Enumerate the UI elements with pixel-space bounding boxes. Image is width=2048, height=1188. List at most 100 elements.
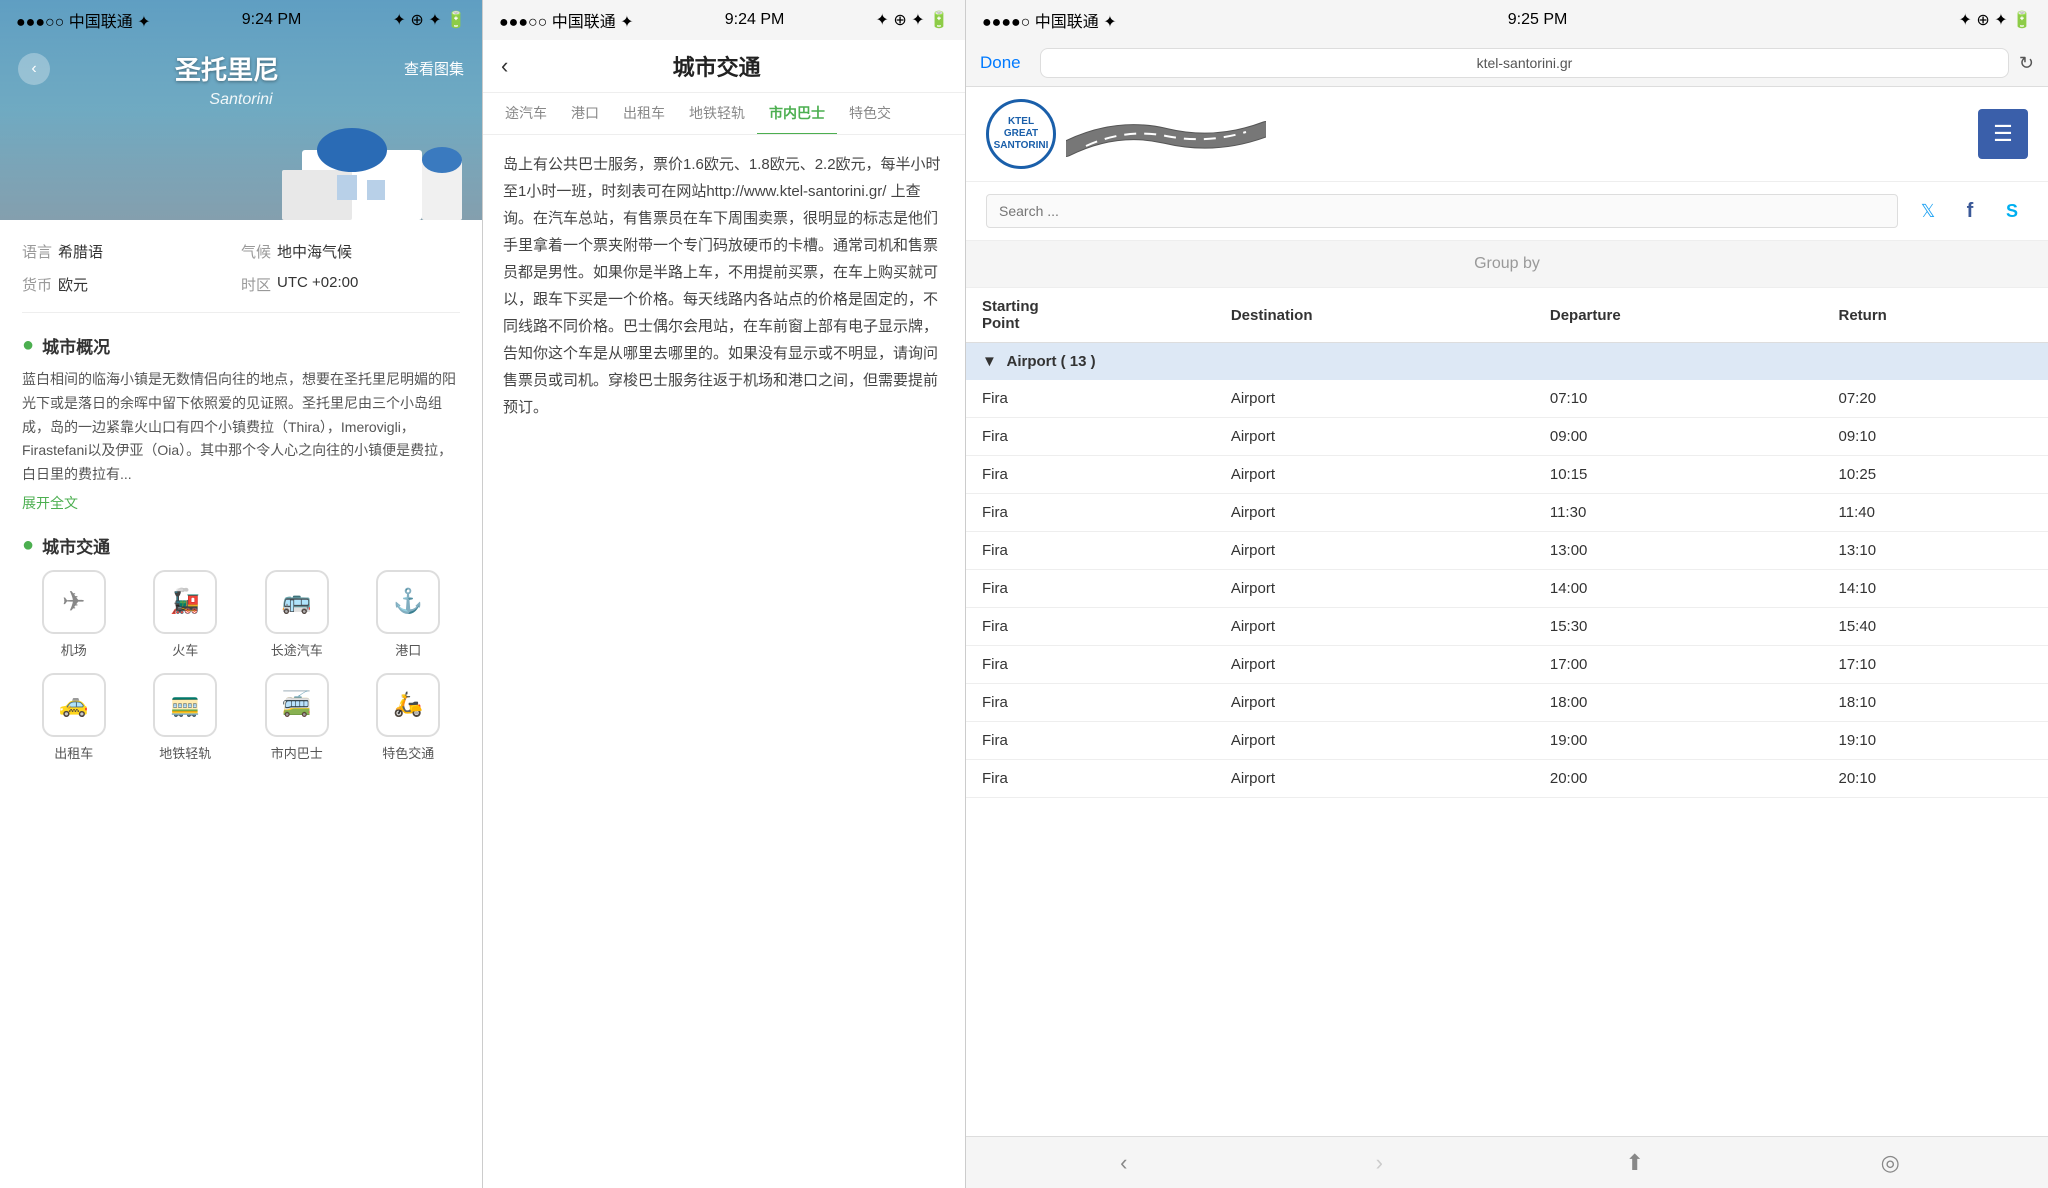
special-icon: 🛵	[376, 673, 440, 737]
gallery-button[interactable]: 查看图集	[404, 58, 464, 79]
longbus-label: 长途汽车	[271, 640, 323, 659]
tab-port[interactable]: 港口	[559, 93, 611, 135]
search-row: 𝕏 f S	[966, 182, 2048, 241]
twitter-icon[interactable]: 𝕏	[1912, 195, 1944, 227]
table-row: Fira Airport 19:00 19:10	[966, 722, 2048, 760]
url-bar[interactable]: ktel-santorini.gr	[1040, 48, 2009, 78]
cell-from: Fira	[966, 684, 1215, 722]
special-label: 特色交通	[382, 743, 434, 762]
cell-return: 07:20	[1823, 380, 2048, 418]
panel-website: ●●●●○ 中国联通 ✦ 9:25 PM ✦ ⊕ ✦ 🔋 Done ktel-s…	[966, 0, 2048, 1188]
table-row: Fira Airport 17:00 17:10	[966, 646, 2048, 684]
train-label: 火车	[172, 640, 198, 659]
panel1-content-area: 语言 希腊语 气候 地中海气候 货币 欧元 时区 UTC +02:00 ● 城市…	[0, 220, 482, 1188]
col-departure: Departure	[1534, 288, 1823, 343]
done-button[interactable]: Done	[980, 53, 1030, 73]
transport-title: ● 城市交通	[22, 533, 460, 558]
airport-group-header: ▼ Airport ( 13 )	[966, 343, 2048, 381]
status-bar-3: ●●●●○ 中国联通 ✦ 9:25 PM ✦ ⊕ ✦ 🔋	[966, 0, 2048, 40]
menu-button[interactable]: ☰	[1978, 109, 2028, 159]
cell-from: Fira	[966, 760, 1215, 798]
browser-forward-btn[interactable]: ›	[1359, 1143, 1399, 1183]
cell-to: Airport	[1215, 456, 1534, 494]
transport-port[interactable]: ⚓ 港口	[357, 570, 461, 659]
metro-icon: 🚃	[153, 673, 217, 737]
tab-citybus[interactable]: 市内巴士	[757, 93, 837, 135]
cell-return: 09:10	[1823, 418, 2048, 456]
cell-from: Fira	[966, 380, 1215, 418]
cell-return: 19:10	[1823, 722, 2048, 760]
skype-icon[interactable]: S	[1996, 195, 2028, 227]
port-label: 港口	[395, 640, 421, 659]
compass-btn[interactable]: ◎	[1870, 1143, 1910, 1183]
table-row: Fira Airport 15:30 15:40	[966, 608, 2048, 646]
expand-button[interactable]: 展开全文	[22, 493, 460, 513]
transport-special[interactable]: 🛵 特色交通	[357, 673, 461, 762]
info-grid: 语言 希腊语 气候 地中海气候 货币 欧元 时区 UTC +02:00	[22, 238, 460, 313]
table-row: Fira Airport 07:10 07:20	[966, 380, 2048, 418]
web-header: KTELGREATSANTORINI ☰	[966, 87, 2048, 182]
cell-to: Airport	[1215, 570, 1534, 608]
tab-coach[interactable]: 途汽车	[493, 93, 559, 135]
citybus-label: 市内巴士	[271, 743, 323, 762]
tab-taxi[interactable]: 出租车	[611, 93, 677, 135]
cell-to: Airport	[1215, 494, 1534, 532]
reload-button[interactable]: ↻	[2019, 53, 2034, 74]
cell-return: 20:10	[1823, 760, 2048, 798]
info-timezone: 时区 UTC +02:00	[241, 271, 460, 298]
status-center-2: 9:24 PM	[725, 11, 785, 29]
cell-to: Airport	[1215, 722, 1534, 760]
cell-departure: 10:15	[1534, 456, 1823, 494]
cell-departure: 19:00	[1534, 722, 1823, 760]
transport-metro[interactable]: 🚃 地铁轻轨	[134, 673, 238, 762]
ktel-logo: KTELGREATSANTORINI	[986, 99, 1056, 169]
cell-from: Fira	[966, 532, 1215, 570]
search-input[interactable]	[986, 194, 1898, 228]
cell-departure: 18:00	[1534, 684, 1823, 722]
status-left-3: ●●●●○ 中国联通 ✦	[982, 8, 1117, 32]
facebook-icon[interactable]: f	[1954, 195, 1986, 227]
info-climate: 气候 地中海气候	[241, 238, 460, 265]
status-bar-1: ●●●○○ 中国联通 ✦ 9:24 PM ✦ ⊕ ✦ 🔋	[0, 0, 482, 40]
back-button-1[interactable]: ‹	[18, 53, 50, 85]
group-by-label: Group by	[966, 241, 2048, 288]
browser-bottom-nav: ‹ › ⬆ ◎	[966, 1136, 2048, 1188]
tab-special[interactable]: 特色交	[837, 93, 903, 135]
table-row: Fira Airport 09:00 09:10	[966, 418, 2048, 456]
social-icons: 𝕏 f S	[1912, 195, 2028, 227]
transport-section: ● 城市交通 ✈ 机场 🚂 火车 🚌 长途汽车 ⚓ 港口	[22, 533, 460, 762]
status-center-1: 9:24 PM	[242, 11, 302, 29]
airport-label: 机场	[61, 640, 87, 659]
nav-title-2: 城市交通	[520, 50, 913, 82]
browser-topbar: Done ktel-santorini.gr ↻	[966, 40, 2048, 87]
share-btn[interactable]: ⬆	[1615, 1143, 1655, 1183]
tab-metro[interactable]: 地铁轻轨	[677, 93, 757, 135]
road-svg	[1066, 114, 1266, 159]
longbus-icon: 🚌	[265, 570, 329, 634]
back-button-2[interactable]: ‹	[501, 53, 508, 79]
cell-departure: 20:00	[1534, 760, 1823, 798]
overview-title-text: 城市概况	[42, 333, 110, 358]
cell-departure: 07:10	[1534, 380, 1823, 418]
transport-taxi[interactable]: 🚕 出租车	[22, 673, 126, 762]
transport-citybus[interactable]: 🚎 市内巴士	[245, 673, 349, 762]
header-title-row: ‹ 圣托里尼 查看图集	[0, 40, 482, 91]
cell-departure: 14:00	[1534, 570, 1823, 608]
table-row: Fira Airport 11:30 11:40	[966, 494, 2048, 532]
airport-group-label: ▼ Airport ( 13 )	[966, 343, 2048, 381]
status-bar-2: ●●●○○ 中国联通 ✦ 9:24 PM ✦ ⊕ ✦ 🔋	[483, 0, 965, 40]
transport-airport[interactable]: ✈ 机场	[22, 570, 126, 659]
cell-to: Airport	[1215, 608, 1534, 646]
transport-bus[interactable]: 🚌 长途汽车	[245, 570, 349, 659]
panel-city-transport: ●●●○○ 中国联通 ✦ 9:24 PM ✦ ⊕ ✦ 🔋 ‹ 城市交通 途汽车 …	[483, 0, 966, 1188]
browser-back-btn[interactable]: ‹	[1104, 1143, 1144, 1183]
cell-to: Airport	[1215, 380, 1534, 418]
transport-train[interactable]: 🚂 火车	[134, 570, 238, 659]
cell-departure: 15:30	[1534, 608, 1823, 646]
metro-label: 地铁轻轨	[159, 743, 211, 762]
train-icon: 🚂	[153, 570, 217, 634]
table-row: Fira Airport 18:00 18:10	[966, 684, 2048, 722]
cell-departure: 17:00	[1534, 646, 1823, 684]
taxi-icon: 🚕	[42, 673, 106, 737]
taxi-label: 出租车	[54, 743, 93, 762]
